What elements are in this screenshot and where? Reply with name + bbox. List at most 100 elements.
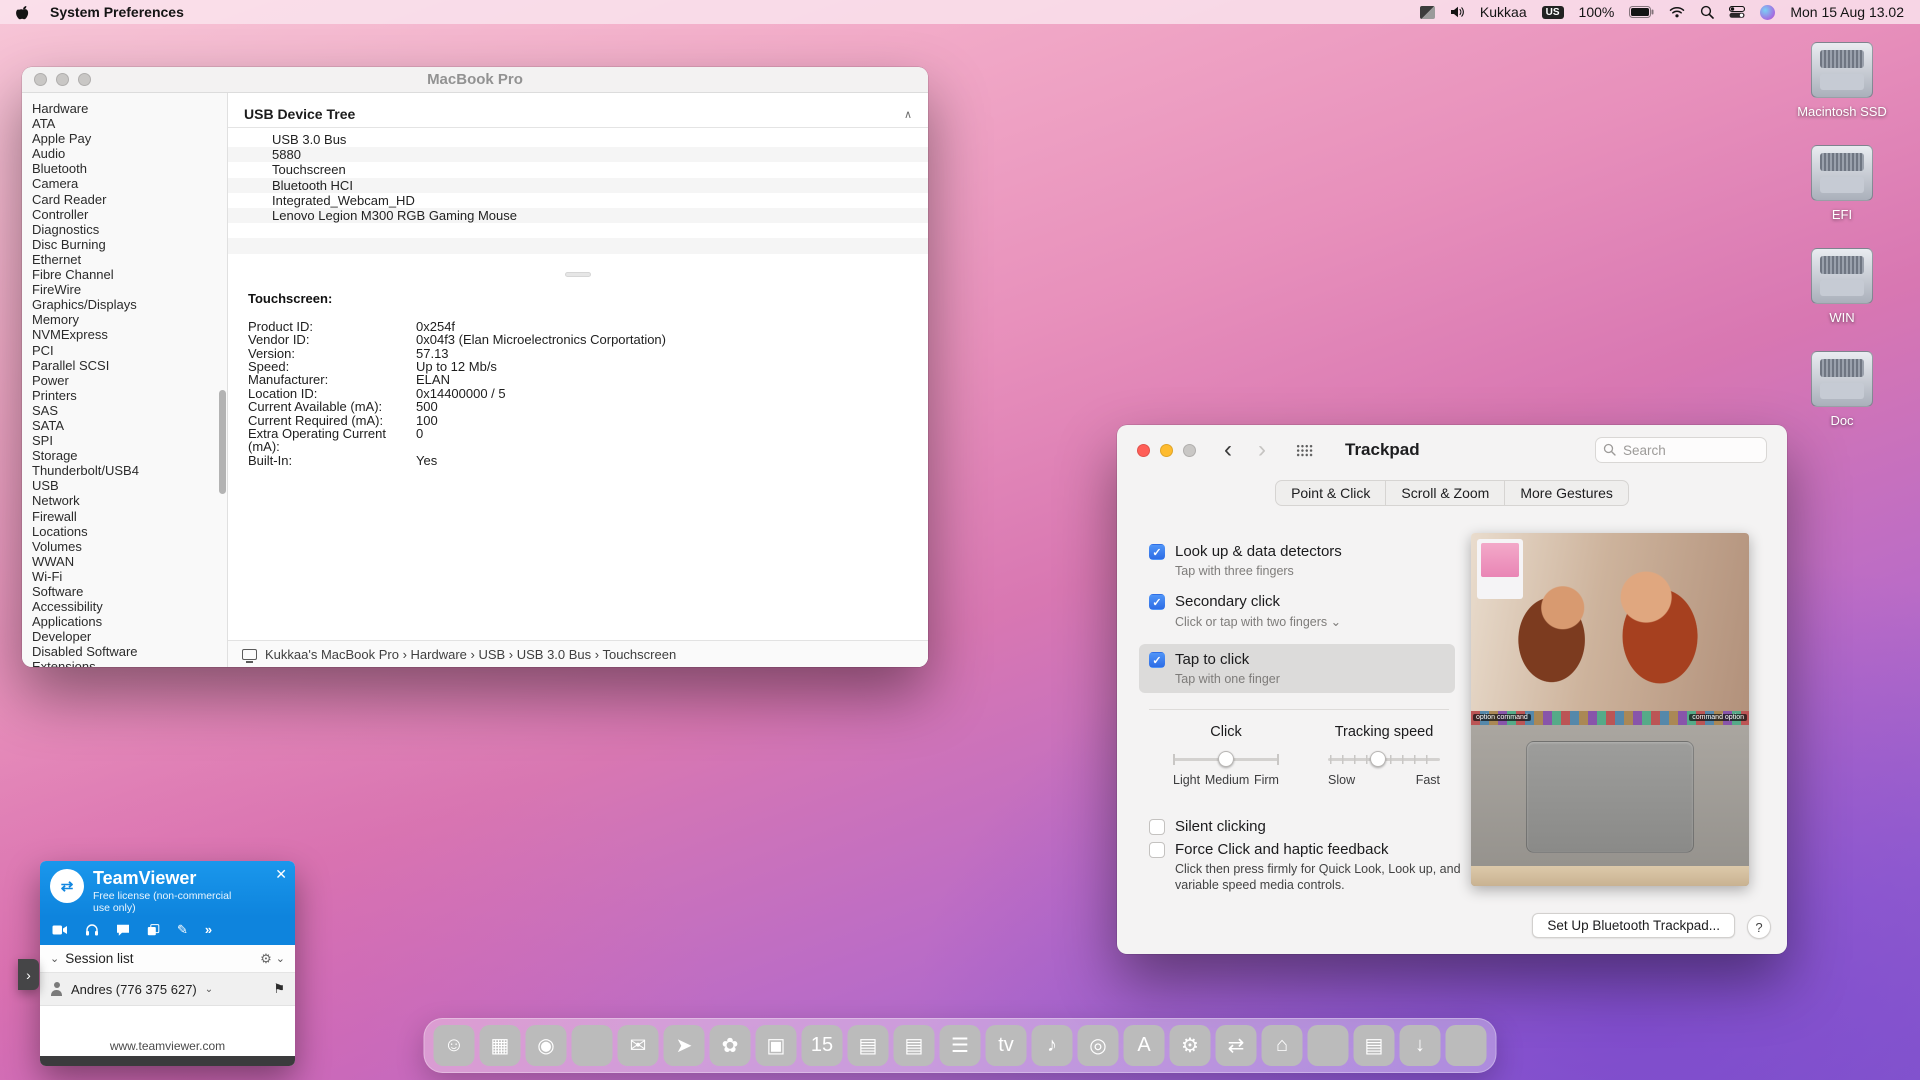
sidebar-item[interactable]: Developer [22, 629, 227, 644]
sidebar-item[interactable]: FireWire [22, 282, 227, 297]
checkbox-icon[interactable] [1149, 842, 1165, 858]
sidebar-item[interactable]: Parallel SCSI [22, 358, 227, 373]
dock-icon[interactable] [1308, 1025, 1349, 1066]
option-silent-clicking[interactable]: Silent clicking [1149, 818, 1467, 835]
dock-icon[interactable]: tv [986, 1025, 1027, 1066]
dock-icon[interactable]: ◉ [526, 1025, 567, 1066]
sidebar-item[interactable]: Wi-Fi [22, 569, 227, 584]
sidebar-item[interactable]: Memory [22, 312, 227, 327]
chevron-down-icon[interactable]: ⌄ [276, 952, 285, 965]
desktop-icon[interactable]: EFI [1784, 145, 1900, 222]
dock-icon[interactable]: ✿ [710, 1025, 751, 1066]
sidebar-item[interactable]: Extensions [22, 659, 227, 667]
session-user-row[interactable]: Andres (776 375 627) ⌄ ⚑ [40, 973, 295, 1006]
device-tree-row[interactable]: 5880 [228, 147, 928, 162]
dock-icon[interactable]: ↓ [1400, 1025, 1441, 1066]
slider-knob[interactable] [1370, 751, 1386, 767]
slider-knob[interactable] [1218, 751, 1234, 767]
sidebar-item[interactable]: Audio [22, 146, 227, 161]
checkbox-icon[interactable] [1149, 544, 1165, 560]
spotlight-icon[interactable] [1700, 5, 1714, 19]
control-center-icon[interactable] [1729, 6, 1745, 18]
search-input[interactable] [1595, 437, 1767, 463]
dock-icon[interactable]: A [1124, 1025, 1165, 1066]
dock-icon[interactable]: ☰ [940, 1025, 981, 1066]
dock-icon[interactable] [572, 1025, 613, 1066]
window-titlebar[interactable]: MacBook Pro [22, 67, 928, 93]
dock-icon[interactable]: ▣ [756, 1025, 797, 1066]
collapse-icon[interactable]: ∧ [904, 108, 912, 121]
dock-icon[interactable]: ☺ [434, 1025, 475, 1066]
sidebar-item[interactable]: Thunderbolt/USB4 [22, 463, 227, 478]
forward-button[interactable]: › [1258, 438, 1266, 462]
sidebar-item[interactable]: Locations [22, 524, 227, 539]
sidebar-item[interactable]: PCI [22, 343, 227, 358]
device-tree-row[interactable]: USB 3.0 Bus [228, 132, 928, 147]
chevron-down-icon[interactable]: ⌄ [205, 984, 213, 995]
dock-icon[interactable]: ♪ [1032, 1025, 1073, 1066]
help-button[interactable]: ? [1747, 915, 1771, 939]
sidebar-item[interactable]: Hardware [22, 101, 227, 116]
sidebar-item[interactable]: Storage [22, 448, 227, 463]
volume-icon[interactable] [1450, 6, 1465, 18]
device-tree-row[interactable]: Bluetooth HCI [228, 178, 928, 193]
zoom-button[interactable] [1183, 444, 1196, 457]
more-actions-icon[interactable]: » [205, 923, 212, 936]
sidebar-item[interactable]: SATA [22, 418, 227, 433]
session-list-header[interactable]: ⌄ Session list ⚙ ⌄ [40, 945, 295, 973]
wifi-icon[interactable] [1669, 6, 1685, 18]
sidebar-item[interactable]: NVMExpress [22, 327, 227, 342]
sidebar-item[interactable]: USB [22, 478, 227, 493]
close-button[interactable] [1137, 444, 1150, 457]
device-tree-row[interactable] [228, 254, 928, 269]
sidebar-item[interactable]: Apple Pay [22, 131, 227, 146]
sidebar-item[interactable]: Software [22, 584, 227, 599]
dock-icon[interactable]: ▤ [894, 1025, 935, 1066]
close-icon[interactable]: ✕ [275, 866, 287, 883]
teamviewer-side-tab[interactable]: › [18, 959, 39, 990]
sidebar-item[interactable]: Fibre Channel [22, 267, 227, 282]
device-tree-row[interactable]: Lenovo Legion M300 RGB Gaming Mouse [228, 208, 928, 223]
minimize-button[interactable] [1160, 444, 1173, 457]
video-call-icon[interactable] [52, 924, 68, 936]
option-lookup[interactable]: Look up & data detectors Tap with three … [1149, 543, 1467, 578]
pane-splitter[interactable] [228, 269, 928, 281]
dock-icon[interactable]: 15 AUG [802, 1025, 843, 1066]
app-status-icon[interactable] [1420, 6, 1435, 19]
tab[interactable]: Point & Click [1276, 481, 1386, 505]
checkbox-icon[interactable] [1149, 652, 1165, 668]
dock-icon[interactable]: ◎ [1078, 1025, 1119, 1066]
sidebar-item[interactable]: Network [22, 493, 227, 508]
sidebar-item[interactable]: Disc Burning [22, 237, 227, 252]
sidebar-item[interactable]: Bluetooth [22, 161, 227, 176]
tab[interactable]: Scroll & Zoom [1386, 481, 1505, 505]
teamviewer-footer-link[interactable]: www.teamviewer.com [40, 1036, 295, 1056]
dock-icon[interactable]: ➤ [664, 1025, 705, 1066]
device-tree-row[interactable] [228, 223, 928, 238]
menu-bar-clock[interactable]: Mon 15 Aug 13.02 [1790, 4, 1904, 20]
dock-icon[interactable] [1446, 1025, 1487, 1066]
dock-icon[interactable]: ▦ [480, 1025, 521, 1066]
option-sublabel-dropdown[interactable]: Click or tap with two fingers ⌄ [1175, 614, 1341, 629]
battery-icon[interactable] [1629, 6, 1654, 18]
sidebar-item[interactable]: Firewall [22, 509, 227, 524]
gear-icon[interactable]: ⚙ [260, 951, 272, 967]
option-force-click[interactable]: Force Click and haptic feedback [1149, 841, 1467, 858]
sidebar-item[interactable]: Applications [22, 614, 227, 629]
dock-icon[interactable]: ✉ [618, 1025, 659, 1066]
sidebar-item[interactable]: Disabled Software [22, 644, 227, 659]
sidebar-item[interactable]: Accessibility [22, 599, 227, 614]
sidebar-item[interactable]: SPI [22, 433, 227, 448]
clipboard-icon[interactable] [147, 924, 160, 936]
dock-icon[interactable]: ⚙ [1170, 1025, 1211, 1066]
tab[interactable]: More Gestures [1505, 481, 1628, 505]
dock-icon[interactable]: ▤ [1354, 1025, 1395, 1066]
input-source-badge[interactable]: US [1542, 6, 1564, 19]
show-all-preferences-icon[interactable] [1296, 444, 1313, 457]
sidebar-item[interactable]: Controller [22, 207, 227, 222]
sidebar-item[interactable]: Graphics/Displays [22, 297, 227, 312]
sidebar-item[interactable]: SAS [22, 403, 227, 418]
trackpad-demo-video[interactable]: option command command option [1471, 533, 1749, 886]
sidebar-scrollbar[interactable] [219, 390, 226, 494]
username-status[interactable]: Kukkaa [1480, 4, 1527, 20]
